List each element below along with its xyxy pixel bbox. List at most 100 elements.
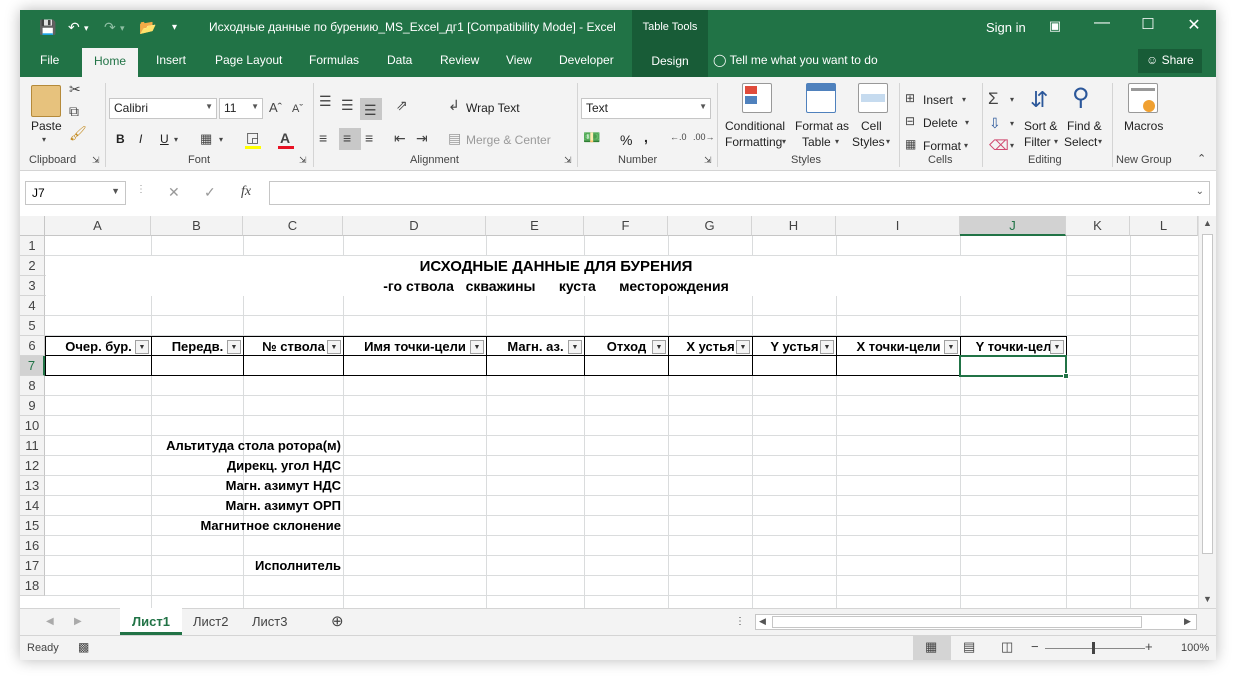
zoom-level[interactable]: 100% (1181, 642, 1209, 654)
tab-file[interactable]: File (40, 53, 59, 67)
tab-home[interactable]: Home (82, 48, 139, 77)
delete-cells-button[interactable]: Delete (923, 116, 958, 130)
row-header-18[interactable]: 18 (20, 576, 45, 596)
delete-dropdown-icon[interactable]: ▾ (965, 118, 969, 127)
table-header-cell[interactable]: X точки-цели ▼ (837, 336, 961, 356)
macros-button[interactable]: Macros (1124, 119, 1163, 133)
filter-dropdown-icon[interactable]: ▼ (568, 340, 582, 354)
delete-cells-icon[interactable]: ⊟ (905, 114, 915, 128)
paste-button[interactable]: Paste (31, 119, 62, 133)
column-header-a[interactable]: A (45, 216, 151, 236)
conditional-formatting-label-2[interactable]: Formatting (725, 135, 782, 149)
cell-styles-dropdown-icon[interactable]: ▾ (886, 137, 890, 146)
scroll-left-icon[interactable]: ◀ (759, 616, 766, 627)
decrease-font-icon[interactable]: Aˇ (292, 103, 303, 115)
tab-page-layout[interactable]: Page Layout (215, 53, 282, 67)
decrease-indent-icon[interactable]: ⇤ (394, 130, 406, 147)
table-header-cell[interactable]: Y устья ▼ (753, 336, 837, 356)
table-cell[interactable] (487, 356, 585, 376)
prev-sheet-icon[interactable]: ◀ (46, 616, 54, 627)
sort-filter-label-1[interactable]: Sort & (1024, 119, 1057, 133)
filter-dropdown-icon[interactable]: ▼ (227, 340, 241, 354)
active-cell-j7[interactable] (959, 355, 1067, 377)
autosum-dropdown-icon[interactable]: ▾ (1010, 95, 1014, 104)
align-right-icon[interactable]: ≡ (365, 130, 373, 146)
table-cell[interactable] (244, 356, 344, 376)
conditional-dropdown-icon[interactable]: ▾ (782, 137, 786, 146)
column-header-j[interactable]: J (960, 216, 1066, 236)
align-left-icon[interactable]: ≡ (319, 130, 327, 146)
increase-decimal-icon[interactable]: ←.0 (670, 132, 687, 142)
vertical-scrollbar[interactable]: ▲ ▼ (1198, 216, 1216, 608)
format-painter-icon[interactable]: 🖌 (69, 125, 87, 142)
tab-insert[interactable]: Insert (156, 53, 186, 67)
row-header-13[interactable]: 13 (20, 476, 45, 496)
cancel-entry-icon[interactable]: ✕ (168, 184, 180, 201)
sort-filter-icon[interactable]: ⇵ (1030, 87, 1048, 113)
direct-angle-label[interactable]: Дирекц. угол НДС (46, 458, 342, 473)
sign-in-link[interactable]: Sign in (986, 20, 1026, 35)
customize-toolbar-icon[interactable]: ▾ (172, 22, 177, 33)
vertical-scroll-thumb[interactable] (1202, 234, 1213, 554)
conditional-formatting-icon[interactable] (742, 83, 772, 113)
underline-dropdown-icon[interactable]: ▾ (174, 135, 178, 144)
altitude-label[interactable]: Альтитуда стола ротора(м) (46, 438, 342, 453)
format-cells-icon[interactable]: ▦ (905, 137, 916, 151)
column-header-g[interactable]: G (668, 216, 752, 236)
font-size-select[interactable]: 11 ▼ (219, 98, 263, 119)
format-cells-button[interactable]: Format (923, 139, 961, 153)
column-header-k[interactable]: K (1066, 216, 1130, 236)
row-header-12[interactable]: 12 (20, 456, 45, 476)
bold-button[interactable]: B (116, 132, 125, 146)
row-header-2[interactable]: 2 (20, 256, 45, 276)
number-launcher-icon[interactable]: ⇲ (704, 155, 712, 166)
table-cell[interactable] (753, 356, 837, 376)
normal-view-button[interactable]: ▦ (913, 636, 951, 660)
magn-decl-label[interactable]: Магнитное склонение (46, 518, 342, 533)
fill-handle[interactable] (1063, 373, 1069, 379)
table-cell[interactable] (585, 356, 669, 376)
row-header-5[interactable]: 5 (20, 316, 45, 336)
filter-dropdown-icon[interactable]: ▼ (135, 340, 149, 354)
merge-center-icon[interactable]: ▤ (448, 130, 461, 147)
tab-design[interactable]: Design (632, 44, 708, 77)
tab-review[interactable]: Review (440, 53, 479, 67)
horizontal-scroll-thumb[interactable] (772, 616, 1142, 628)
filter-dropdown-icon[interactable]: ▼ (820, 340, 834, 354)
align-bottom-button[interactable]: ☰ (360, 98, 382, 120)
filter-dropdown-icon[interactable]: ▼ (470, 340, 484, 354)
fill-color-icon[interactable]: ◲ (246, 129, 259, 146)
fill-dropdown-icon[interactable]: ▾ (1010, 119, 1014, 128)
row-header-4[interactable]: 4 (20, 296, 45, 316)
sheet-subtitle[interactable]: -го ствола скважины куста месторождения (46, 276, 1066, 296)
borders-dropdown-icon[interactable]: ▾ (219, 135, 223, 144)
tab-formulas[interactable]: Formulas (309, 53, 359, 67)
redo-icon[interactable]: ↷ (104, 19, 116, 36)
table-header-cell[interactable]: X устья ▼ (669, 336, 753, 356)
align-top-icon[interactable]: ☰ (319, 93, 332, 110)
table-header-cell[interactable]: № ствола ▼ (244, 336, 344, 356)
sheet-title[interactable]: ИСХОДНЫЕ ДАННЫЕ ДЛЯ БУРЕНИЯ (46, 256, 1066, 276)
next-sheet-icon[interactable]: ▶ (74, 616, 82, 627)
add-sheet-icon[interactable]: ⊕ (331, 612, 344, 630)
confirm-entry-icon[interactable]: ✓ (204, 184, 216, 201)
table-header-cell[interactable]: Отход ▼ (585, 336, 669, 356)
merge-center-button[interactable]: Merge & Center (466, 133, 551, 147)
scroll-down-icon[interactable]: ▼ (1203, 594, 1212, 604)
row-header-15[interactable]: 15 (20, 516, 45, 536)
sort-dropdown-icon[interactable]: ▾ (1054, 137, 1058, 146)
row-header-7[interactable]: 7 (20, 356, 45, 376)
row-header-17[interactable]: 17 (20, 556, 45, 576)
cell-styles-icon[interactable] (858, 83, 888, 113)
page-layout-view-icon[interactable]: ▤ (963, 639, 975, 655)
column-header-f[interactable]: F (584, 216, 668, 236)
filter-dropdown-icon[interactable]: ▼ (1050, 340, 1064, 354)
font-name-select[interactable]: Calibri ▼ (109, 98, 217, 119)
magnifier-icon[interactable]: ⚲ (1072, 83, 1090, 112)
insert-cells-icon[interactable]: ⊞ (905, 91, 915, 105)
row-header-6[interactable]: 6 (20, 336, 45, 356)
table-cell[interactable] (152, 356, 244, 376)
row-header-16[interactable]: 16 (20, 536, 45, 556)
copy-icon[interactable]: ⧉ (69, 103, 79, 120)
format-dropdown-icon[interactable]: ▾ (964, 141, 968, 150)
